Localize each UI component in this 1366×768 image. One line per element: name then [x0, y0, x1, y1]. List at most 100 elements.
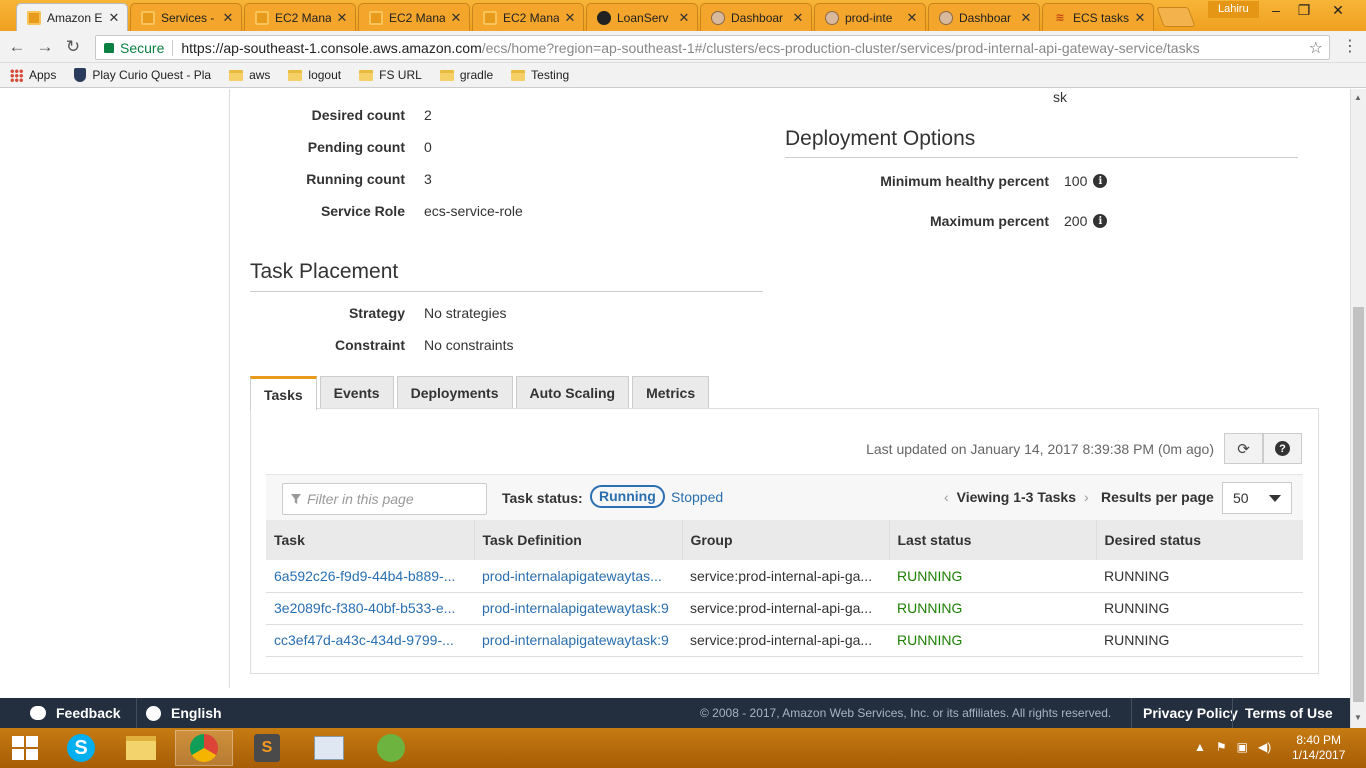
taskbar-file-explorer[interactable] — [112, 730, 170, 766]
bookmark-logout[interactable]: logout — [288, 68, 341, 82]
network-icon[interactable]: ▣ — [1237, 740, 1248, 754]
profile-badge[interactable]: Lahiru — [1208, 1, 1259, 18]
column-header-desired-status[interactable]: Desired status — [1096, 520, 1303, 560]
window-close-icon[interactable]: ✕ — [1320, 0, 1356, 20]
tray-overflow-icon[interactable]: ▲ — [1194, 740, 1206, 754]
taskbar-skype[interactable]: S — [52, 730, 110, 766]
close-icon[interactable]: ✕ — [563, 10, 577, 26]
column-header-task[interactable]: Task — [266, 520, 475, 560]
browser-tab-ec2-1[interactable]: EC2 Mana ✕ — [244, 3, 356, 31]
browser-tab-amazon-ecs[interactable]: Amazon E ✕ — [16, 3, 128, 31]
tab-metrics[interactable]: Metrics — [632, 376, 710, 409]
task-id-link[interactable]: cc3ef47d-a43c-434d-9799-... — [266, 624, 474, 657]
results-per-page-select[interactable]: 50 — [1222, 482, 1292, 514]
next-page-icon[interactable]: › — [1084, 489, 1089, 505]
clock-time: 8:40 PM — [1296, 733, 1342, 747]
browser-menu-icon[interactable]: ⋮ — [1340, 36, 1360, 56]
deployment-options-title: Deployment Options — [785, 127, 976, 150]
task-definition-link[interactable]: prod-internalapigatewaytas... — [474, 560, 682, 593]
option-min-healthy: Minimum healthy percent 100 i — [785, 171, 1108, 191]
clock-date: 1/14/2017 — [1292, 748, 1346, 762]
bookmark-apps[interactable]: Apps — [10, 68, 56, 82]
taskbar-chrome[interactable] — [175, 730, 233, 766]
forward-icon[interactable]: → — [34, 36, 56, 58]
task-definition-link[interactable]: prod-internalapigatewaytask:9 — [474, 592, 682, 625]
page-scrollbar[interactable]: ▲ ▼ — [1350, 89, 1366, 728]
browser-tab-ecs-tasks[interactable]: ≋ ECS tasks ✕ — [1042, 3, 1154, 31]
column-header-last-status[interactable]: Last status — [889, 520, 1097, 560]
tab-events[interactable]: Events — [319, 376, 394, 409]
browser-tab-loanservice[interactable]: LoanServ ✕ — [586, 3, 698, 31]
browser-tab-dashboard-1[interactable]: Dashboar ✕ — [700, 3, 812, 31]
filter-input[interactable]: Filter in this page — [282, 483, 487, 515]
volume-icon[interactable]: ◀) — [1258, 740, 1271, 754]
tab-auto-scaling[interactable]: Auto Scaling — [515, 376, 630, 409]
divider — [172, 39, 174, 56]
close-icon[interactable]: ✕ — [791, 10, 805, 26]
tab-deployments[interactable]: Deployments — [396, 376, 513, 409]
close-icon[interactable]: ✕ — [107, 10, 121, 26]
back-icon[interactable]: ← — [6, 36, 28, 58]
status-stopped-toggle[interactable]: Stopped — [671, 489, 723, 505]
task-id-link[interactable]: 3e2089fc-f380-40bf-b533-e... — [266, 592, 474, 625]
bookmark-play-curio-quest[interactable]: Play Curio Quest - Pla — [74, 68, 211, 82]
desired-status: RUNNING — [1096, 592, 1303, 625]
address-bar[interactable]: Secure https://ap-southeast-1.console.aw… — [95, 35, 1330, 60]
shield-icon — [74, 68, 87, 82]
tab-tasks[interactable]: Tasks — [250, 376, 317, 410]
divider — [250, 291, 763, 292]
bookmark-testing[interactable]: Testing — [511, 68, 569, 82]
scroll-up-icon[interactable]: ▲ — [1354, 93, 1362, 102]
action-center-flag-icon[interactable]: ⚑ — [1216, 740, 1227, 754]
terms-of-use-link[interactable]: Terms of Use — [1245, 698, 1333, 728]
aws-icon — [255, 10, 269, 25]
bookmark-star-icon[interactable]: ☆ — [1309, 38, 1323, 58]
task-definition-link[interactable]: prod-internalapigatewaytask:9 — [474, 624, 682, 657]
info-icon[interactable]: i — [1093, 214, 1108, 228]
browser-tab-ec2-2[interactable]: EC2 Mana ✕ — [358, 3, 470, 31]
info-icon[interactable]: i — [1093, 174, 1108, 188]
tab-label: Amazon E — [47, 10, 103, 25]
close-icon[interactable]: ✕ — [1133, 10, 1147, 26]
taskbar-sublime[interactable]: S — [238, 730, 296, 766]
close-icon[interactable]: ✕ — [677, 10, 691, 26]
refresh-button[interactable]: ⟳ — [1224, 433, 1263, 464]
maximize-icon[interactable]: ❐ — [1286, 0, 1322, 20]
taskbar-clock[interactable]: 8:40 PM 1/14/2017 — [1292, 733, 1345, 763]
close-icon[interactable]: ✕ — [335, 10, 349, 26]
skype-icon: S — [67, 734, 95, 762]
taskbar-spring-tool-suite[interactable] — [362, 730, 420, 766]
task-id-link[interactable]: 6a592c26-f9d9-44b4-b889-... — [266, 560, 474, 593]
apps-grid-icon — [10, 68, 23, 82]
previous-page-icon[interactable]: ‹ — [944, 489, 949, 505]
reload-icon[interactable]: ↻ — [62, 36, 84, 58]
start-button[interactable] — [0, 730, 50, 766]
scroll-down-icon[interactable]: ▼ — [1354, 713, 1362, 722]
bookmark-gradle[interactable]: gradle — [439, 68, 493, 82]
close-icon[interactable]: ✕ — [449, 10, 463, 26]
close-icon[interactable]: ✕ — [1019, 10, 1033, 26]
status-running-toggle[interactable]: Running — [590, 485, 665, 508]
help-button[interactable]: ? — [1263, 433, 1302, 464]
windows-logo-icon — [12, 736, 38, 760]
close-icon[interactable]: ✕ — [221, 10, 235, 26]
browser-tab-services[interactable]: Services - ✕ — [130, 3, 242, 31]
browser-tab-dashboard-2[interactable]: Dashboar ✕ — [928, 3, 1040, 31]
feedback-button[interactable]: Feedback — [30, 698, 121, 728]
bookmark-aws[interactable]: aws — [229, 68, 270, 82]
taskbar-monitor-app[interactable] — [300, 730, 358, 766]
privacy-policy-link[interactable]: Privacy Policy — [1143, 698, 1238, 728]
column-header-group[interactable]: Group — [682, 520, 890, 560]
folder-icon — [229, 69, 244, 81]
bookmark-fs-url[interactable]: FS URL — [359, 68, 422, 82]
help-icon: ? — [1275, 441, 1290, 456]
close-icon[interactable]: ✕ — [905, 10, 919, 26]
browser-tab-prod-internal[interactable]: prod-inte ✕ — [814, 3, 926, 31]
ecs-service-page: sk Desired count 2 Pending count 0 Runni… — [0, 89, 1350, 698]
column-header-task-definition[interactable]: Task Definition — [474, 520, 683, 560]
browser-tab-ec2-3[interactable]: EC2 Mana ✕ — [472, 3, 584, 31]
language-button[interactable]: English — [146, 698, 222, 728]
new-tab-button[interactable] — [1156, 7, 1196, 27]
detail-label: Running count — [306, 171, 405, 187]
scrollbar-thumb[interactable] — [1353, 307, 1364, 702]
